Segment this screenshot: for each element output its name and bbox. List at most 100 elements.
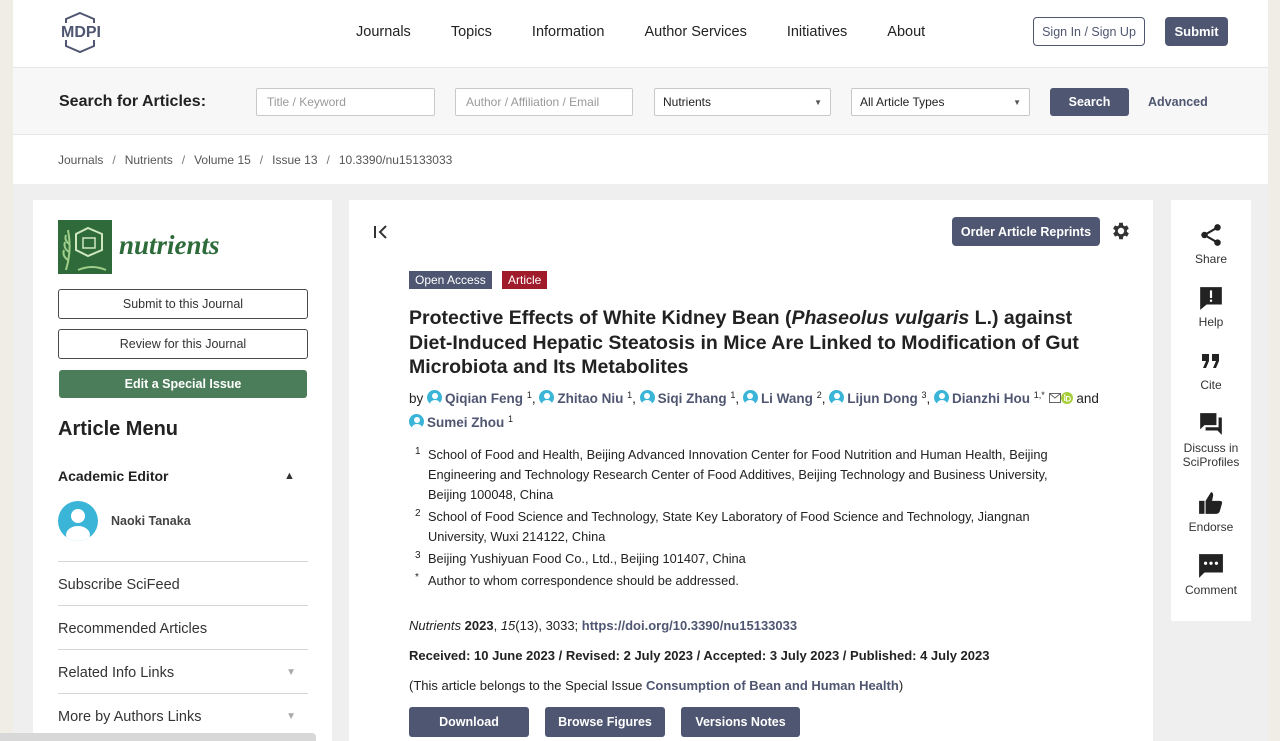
menu-item-recommended-articles[interactable]: Recommended Articles — [58, 605, 308, 649]
breadcrumb-volume[interactable]: Volume 15 — [194, 153, 251, 167]
doi-link[interactable]: https://doi.org/10.3390/nu15133033 — [582, 618, 797, 633]
special-issue-note: (This article belongs to the Special Iss… — [409, 678, 903, 693]
affiliation-number: 1 — [415, 446, 421, 457]
person-icon — [934, 390, 950, 405]
nav-topics[interactable]: Topics — [451, 24, 492, 40]
quote-icon — [1202, 354, 1219, 368]
endorse-label: Endorse — [1188, 520, 1234, 534]
academic-editor-label[interactable]: Academic Editor — [58, 468, 168, 484]
gear-icon[interactable] — [1110, 220, 1132, 242]
author-affiliation-sup: 1 — [730, 390, 736, 400]
submit-to-journal-button[interactable]: Submit to this Journal — [58, 289, 308, 319]
author-link[interactable]: Li Wang — [742, 390, 813, 406]
editor-avatar-icon[interactable] — [58, 501, 98, 541]
browse-figures-button[interactable]: Browse Figures — [545, 707, 665, 737]
discuss-action[interactable]: Discuss in SciProfiles — [1171, 411, 1251, 469]
menu-item-related-info-links[interactable]: Related Info Links ▼ — [58, 649, 308, 693]
citation-journal: Nutrients — [409, 618, 462, 633]
menu-item-label: Recommended Articles — [58, 621, 208, 637]
menu-item-label: More by Authors Links — [58, 709, 202, 725]
special-issue-prefix: (This article belongs to the Special Iss… — [409, 678, 647, 693]
breadcrumb-separator: / — [181, 153, 186, 167]
help-label: Help — [1198, 315, 1224, 329]
article-type-select-value: All Article Types — [860, 95, 945, 109]
affiliation-item: * Author to whom correspondence should be… — [409, 571, 1089, 591]
affiliation-number: 3 — [415, 550, 421, 561]
breadcrumb-issue[interactable]: Issue 13 — [272, 153, 317, 167]
submit-button[interactable]: Submit — [1165, 17, 1228, 46]
nav-journals[interactable]: Journals — [356, 24, 411, 40]
author-affiliation-input[interactable]: Author / Affiliation / Email — [455, 88, 633, 116]
cite-action[interactable]: Cite — [1171, 350, 1251, 392]
review-for-journal-button[interactable]: Review for this Journal — [58, 329, 308, 359]
endorse-action[interactable]: Endorse — [1171, 490, 1251, 534]
orcid-icon[interactable] — [1060, 391, 1073, 406]
citation-line: Nutrients 2023, 15(13), 3033; https://do… — [409, 618, 798, 633]
citation-issue-page: (13), 3033; — [515, 618, 582, 633]
author-name: Dianzhi Hou — [952, 391, 1031, 406]
breadcrumb-bar: Journals / Nutrients / Volume 15 / Issue 13… — [13, 135, 1268, 184]
nutrients-journal-logo-icon[interactable] — [58, 220, 112, 274]
mdpi-logo[interactable]: MDPI — [58, 10, 123, 54]
versions-notes-button[interactable]: Versions Notes — [681, 707, 800, 737]
author-name: Qiqian Feng — [445, 391, 524, 406]
breadcrumb-journals[interactable]: Journals — [58, 153, 103, 167]
collapse-sidebar-icon[interactable] — [373, 224, 389, 245]
journal-select-value: Nutrients — [663, 95, 712, 109]
menu-item-more-by-authors[interactable]: More by Authors Links ▼ — [58, 693, 308, 737]
citation-volume: 15 — [500, 618, 516, 633]
author-name: Lijun Dong — [847, 391, 918, 406]
order-reprints-button[interactable]: Order Article Reprints — [952, 217, 1100, 246]
author-link[interactable]: Lijun Dong — [829, 390, 918, 406]
author-link[interactable]: Zhitao Niu — [539, 390, 623, 406]
author-affiliation-sup: 1,* — [1033, 390, 1045, 400]
person-icon — [639, 390, 655, 405]
journal-name[interactable]: nutrients — [119, 230, 220, 261]
author-link[interactable]: Siqi Zhang — [639, 390, 727, 406]
author-list: by Qiqian Feng 1, Zhitao Niu 1, Siqi Zha… — [409, 390, 1099, 430]
title-text: Protective Effects of White Kidney Bean … — [409, 307, 792, 329]
page: MDPI Journals Topics Information Author … — [13, 0, 1268, 741]
chevron-up-icon[interactable]: ▲ — [284, 470, 295, 482]
journal-select[interactable]: Nutrients ▼ — [654, 88, 831, 116]
author-affiliation-sup: 1 — [508, 414, 514, 424]
main-nav: Journals Topics Information Author Servi… — [356, 24, 965, 40]
horizontal-scrollbar[interactable] — [0, 733, 316, 741]
person-icon — [742, 390, 758, 405]
author-link[interactable]: Dianzhi Hou — [934, 390, 1031, 406]
chevron-down-icon: ▼ — [814, 98, 822, 107]
author-link[interactable]: Qiqian Feng — [427, 390, 524, 406]
breadcrumb-nutrients[interactable]: Nutrients — [125, 153, 173, 167]
person-icon — [427, 390, 443, 405]
author-name: Sumei Zhou — [427, 415, 505, 430]
email-icon[interactable] — [1048, 391, 1061, 406]
nav-initiatives[interactable]: Initiatives — [787, 24, 847, 40]
sign-in-button[interactable]: Sign In / Sign Up — [1033, 17, 1145, 46]
affiliation-text: School of Food Science and Technology, S… — [428, 509, 1030, 544]
special-issue-link[interactable]: Consumption of Bean and Human Health — [646, 678, 899, 693]
nav-author-services[interactable]: Author Services — [644, 24, 746, 40]
nav-information[interactable]: Information — [532, 24, 605, 40]
article-type-select[interactable]: All Article Types ▼ — [851, 88, 1030, 116]
edit-special-issue-button[interactable]: Edit a Special Issue — [59, 370, 307, 398]
title-keyword-input[interactable]: Title / Keyword — [256, 88, 435, 116]
menu-item-subscribe-scifeed[interactable]: Subscribe SciFeed — [58, 561, 308, 605]
article-menu-heading: Article Menu — [58, 418, 179, 440]
advanced-search-link[interactable]: Advanced — [1148, 95, 1208, 109]
author-link[interactable]: Sumei Zhou — [409, 414, 505, 430]
author-affiliation-sup: 1 — [526, 390, 532, 400]
affiliation-item: 2 School of Food Science and Technology, … — [409, 507, 1089, 547]
article-title: Protective Effects of White Kidney Bean … — [409, 306, 1109, 380]
search-bar: Search for Articles: Title / Keyword Aut… — [13, 67, 1268, 135]
search-button[interactable]: Search — [1050, 88, 1129, 116]
affiliation-number: 2 — [415, 508, 421, 519]
and-label: and — [1076, 391, 1099, 406]
share-action[interactable]: Share — [1171, 222, 1251, 266]
nav-about[interactable]: About — [887, 24, 925, 40]
editor-name[interactable]: Naoki Tanaka — [111, 514, 191, 528]
article-type-badge: Article — [502, 271, 548, 289]
download-button[interactable]: Download — [409, 707, 529, 737]
help-action[interactable]: Help — [1171, 285, 1251, 329]
left-sidebar: nutrients Submit to this Journal Review … — [33, 200, 332, 741]
comment-action[interactable]: Comment — [1171, 553, 1251, 597]
